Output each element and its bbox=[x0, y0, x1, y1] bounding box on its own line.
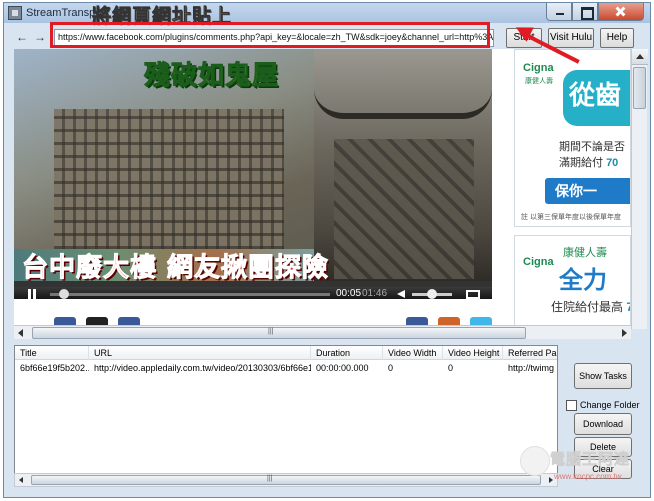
forward-arrow-icon[interactable]: → bbox=[34, 30, 46, 44]
watermark: 電腦王阿達 www.kocpc.com.tw bbox=[520, 446, 650, 486]
ad-column: Cigna 康健人壽 從齒 期間不論是否 滿期給付 70 保你一 註 以第三保單… bbox=[508, 49, 631, 329]
window-controls bbox=[546, 3, 646, 21]
current-time: 00:05 bbox=[336, 288, 362, 299]
scroll-right-arrow-icon[interactable] bbox=[622, 329, 627, 337]
video-caption-top: 殘破如鬼屋 bbox=[143, 61, 280, 92]
ad-line-1: 期間不論是否 bbox=[559, 141, 625, 153]
change-folder-option[interactable]: Change Folder bbox=[566, 399, 648, 413]
show-tasks-button[interactable]: Show Tasks bbox=[574, 363, 632, 389]
column-title[interactable]: Title bbox=[15, 346, 89, 360]
column-video-width[interactable]: Video Width bbox=[383, 346, 443, 360]
ad-line-2-value: 70 bbox=[606, 157, 619, 169]
vertical-scroll-thumb[interactable] bbox=[633, 67, 646, 109]
close-button[interactable] bbox=[598, 3, 644, 21]
building-image bbox=[54, 109, 284, 259]
list-scroll-thumb[interactable] bbox=[31, 475, 541, 485]
watermark-url: www.kocpc.com.tw bbox=[554, 472, 622, 481]
player-controls: 00:05 01:46 bbox=[14, 287, 492, 299]
video-player[interactable]: 殘破如鬼屋 台中廢大樓 網友揪團探險 00:05 01:46 bbox=[14, 49, 492, 299]
ad2-line-prefix: 住院給付最高 bbox=[551, 300, 627, 314]
cell-duration: 00:00:00.000 bbox=[316, 363, 369, 373]
change-folder-checkbox[interactable] bbox=[566, 400, 577, 411]
change-folder-label: Change Folder bbox=[580, 400, 640, 410]
ad2-headline: 全力 bbox=[559, 266, 607, 294]
ad-banner-1[interactable]: Cigna 康健人壽 從齒 期間不論是否 滿期給付 70 保你一 註 以第三保單… bbox=[514, 49, 631, 227]
cell-video-width: 0 bbox=[388, 363, 394, 373]
volume-icon[interactable] bbox=[397, 290, 405, 298]
cell-video-height: 0 bbox=[448, 363, 454, 373]
column-referred-page[interactable]: Referred Pa bbox=[503, 346, 557, 360]
seek-bar[interactable] bbox=[50, 293, 330, 296]
ad-line-2: 滿期給付 70 bbox=[559, 154, 618, 170]
column-video-height[interactable]: Video Height bbox=[443, 346, 503, 360]
cell-title: 6bf66e19f5b202... bbox=[20, 363, 89, 373]
ad-fine-print: 註 以第三保單年度以後保單年度 bbox=[521, 214, 621, 221]
pause-icon[interactable] bbox=[28, 289, 36, 299]
staircase-image bbox=[334, 139, 474, 279]
ad-badge: 從齒 bbox=[563, 70, 630, 126]
volume-handle[interactable] bbox=[427, 289, 437, 299]
media-list[interactable]: Title URL Duration Video Width Video Hei… bbox=[14, 345, 558, 479]
browser-vertical-scrollbar[interactable] bbox=[631, 49, 648, 329]
watermark-logo-icon bbox=[520, 446, 550, 476]
browser-horizontal-scrollbar[interactable]: ||| bbox=[14, 325, 631, 339]
seek-handle[interactable] bbox=[59, 289, 69, 299]
help-button[interactable]: Help bbox=[600, 28, 634, 48]
ad-line-2-prefix: 滿期給付 bbox=[559, 157, 607, 169]
list-scroll-grip-icon: ||| bbox=[267, 475, 273, 482]
cigna-logo-2: Cigna bbox=[523, 256, 554, 268]
cigna-logo: Cigna bbox=[523, 62, 554, 74]
video-frame-right bbox=[314, 49, 492, 281]
cell-url: http://video.appledaily.com.tw/video/201… bbox=[94, 363, 311, 373]
scroll-left-arrow-icon[interactable] bbox=[18, 329, 23, 337]
ad-cta-button[interactable]: 保你一 bbox=[545, 178, 630, 204]
embedded-browser[interactable]: 殘破如鬼屋 台中廢大樓 網友揪團探險 00:05 01:46 Cigna 康健人… bbox=[14, 49, 631, 329]
ad2-heading: 康健人壽 bbox=[563, 247, 607, 259]
video-caption-bottom: 台中廢大樓 網友揪團探險 bbox=[21, 253, 330, 284]
column-duration[interactable]: Duration bbox=[311, 346, 383, 360]
scroll-up-arrow-icon[interactable] bbox=[632, 49, 648, 65]
column-url[interactable]: URL bbox=[89, 346, 311, 360]
visit-hulu-button[interactable]: Visit Hulu bbox=[548, 28, 594, 48]
ad2-line: 住院給付最高 7000 bbox=[551, 298, 630, 315]
total-time: 01:46 bbox=[362, 288, 388, 299]
fullscreen-icon[interactable] bbox=[466, 290, 480, 299]
app-icon bbox=[8, 6, 22, 20]
stair-rail-image bbox=[314, 89, 492, 119]
back-arrow-icon[interactable]: ← bbox=[16, 30, 28, 44]
maximize-button[interactable] bbox=[572, 3, 598, 21]
stream-transport-window: StreamTranspor 將網頁網址貼上 ← → https://www.f… bbox=[3, 2, 651, 498]
scroll-grip-icon: ||| bbox=[268, 328, 274, 335]
list-header: Title URL Duration Video Width Video Hei… bbox=[15, 346, 557, 360]
list-horizontal-scrollbar[interactable]: ||| bbox=[14, 473, 558, 487]
list-scroll-left-arrow-icon[interactable] bbox=[19, 477, 23, 483]
watermark-text: 電腦王阿達 bbox=[550, 450, 631, 469]
cigna-logo-subtitle: 康健人壽 bbox=[525, 78, 553, 85]
download-button[interactable]: Download bbox=[574, 413, 632, 435]
cell-referred-page: http://twimg bbox=[508, 363, 555, 373]
horizontal-scroll-thumb[interactable] bbox=[32, 327, 526, 339]
minimize-button[interactable] bbox=[546, 3, 572, 21]
annotation-highlight-box bbox=[50, 22, 490, 48]
